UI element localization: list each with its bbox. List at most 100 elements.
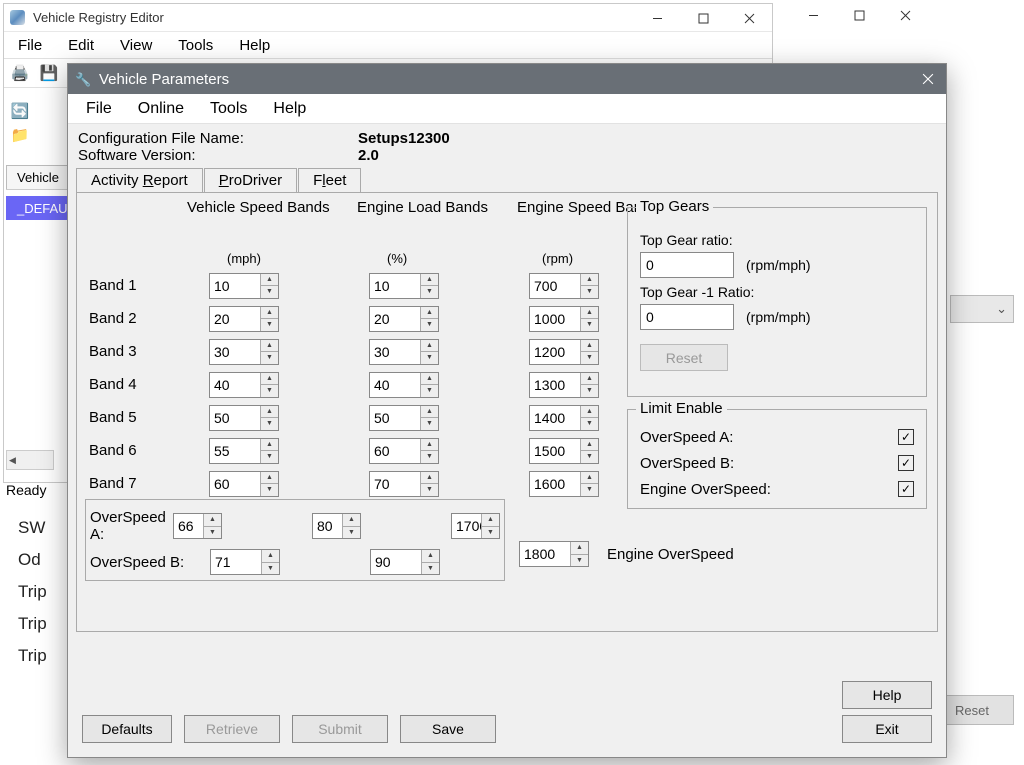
band-label: Band 4: [89, 376, 209, 393]
limit-overspeed-a-label: OverSpeed A:: [640, 429, 733, 446]
load-band-6-input[interactable]: ▲▼: [369, 438, 439, 464]
config-name-value: Setups12300: [358, 130, 450, 147]
menu-view[interactable]: View: [120, 37, 152, 54]
rpm-band-1-input[interactable]: ▲▼: [529, 273, 599, 299]
dialog-menu-online[interactable]: Online: [138, 100, 184, 118]
speed-band-3-input[interactable]: ▲▼: [209, 339, 279, 365]
dialog-close-button[interactable]: [910, 64, 946, 94]
bg2-minimize-button[interactable]: [790, 0, 836, 30]
speed-band-1-input[interactable]: ▲▼: [209, 273, 279, 299]
top-gear-m1-unit: (rpm/mph): [746, 309, 811, 325]
tab-activity-report[interactable]: Activity Report: [76, 168, 203, 192]
main-maximize-button[interactable]: [680, 4, 726, 32]
speed-band-4-input[interactable]: ▲▼: [209, 372, 279, 398]
top-gears-group: Top Gears Top Gear ratio: (rpm/mph) Top …: [627, 207, 927, 397]
rpm-band-3-input[interactable]: ▲▼: [529, 339, 599, 365]
dialog-tabstrip: Activity Report ProDriver Fleet: [68, 168, 946, 192]
engine-overspeed-label: Engine OverSpeed: [607, 546, 734, 563]
top-gears-reset-button[interactable]: Reset: [640, 344, 728, 371]
col-vehicle-speed: Vehicle Speed Bands: [187, 199, 357, 216]
bg-label-trip1: Trip: [18, 576, 47, 608]
menu-help[interactable]: Help: [239, 37, 270, 54]
load-band-4-input[interactable]: ▲▼: [369, 372, 439, 398]
engine-overspeed-input[interactable]: ▲▼: [519, 541, 589, 567]
menu-file[interactable]: File: [18, 37, 42, 54]
band-grid: Band 1▲▼▲▼▲▼Band 2▲▼▲▼▲▼Band 3▲▼▲▼▲▼Band…: [89, 269, 599, 500]
dialog-info: Configuration File Name:Setups12300 Soft…: [68, 124, 946, 168]
print-icon[interactable]: 🖨️: [8, 61, 32, 85]
defaults-button[interactable]: Defaults: [82, 715, 172, 743]
config-name-label: Configuration File Name:: [78, 130, 358, 147]
statusbar-text: Ready: [6, 482, 46, 498]
rpm-band-4-input[interactable]: ▲▼: [529, 372, 599, 398]
bg-label-od: Od: [18, 544, 47, 576]
menu-edit[interactable]: Edit: [68, 37, 94, 54]
speed-band-7-input[interactable]: ▲▼: [209, 471, 279, 497]
submit-button[interactable]: Submit: [292, 715, 388, 743]
top-gear-ratio-label: Top Gear ratio:: [640, 232, 914, 248]
refresh-icon[interactable]: 🔄: [8, 99, 32, 123]
retrieve-button[interactable]: Retrieve: [184, 715, 280, 743]
limit-overspeed-a-checkbox[interactable]: ✓: [898, 429, 914, 445]
bg-tabstrip: Vehicle: [6, 165, 70, 190]
tab-prodriver[interactable]: ProDriver: [204, 168, 297, 192]
dialog-titlebar[interactable]: 🔧 Vehicle Parameters: [68, 64, 946, 94]
speed-band-5-input[interactable]: ▲▼: [209, 405, 279, 431]
main-minimize-button[interactable]: [634, 4, 680, 32]
dialog-menu-tools[interactable]: Tools: [210, 100, 247, 118]
top-gear-ratio-input[interactable]: [640, 252, 734, 278]
app-icon: [10, 10, 25, 25]
bg-label-trip2: Trip: [18, 608, 47, 640]
overspeed-a-input[interactable]: ▲▼: [173, 513, 222, 539]
load-band-3-input[interactable]: ▲▼: [369, 339, 439, 365]
bg-label-sw: SW: [18, 512, 47, 544]
save-button[interactable]: Save: [400, 715, 496, 743]
tab-fleet[interactable]: Fleet: [298, 168, 361, 192]
limit-engine-overspeed-checkbox[interactable]: ✓: [898, 481, 914, 497]
wrench-icon: 🔧: [75, 72, 90, 87]
exit-button[interactable]: Exit: [842, 715, 932, 743]
bg-tab-vehicle[interactable]: Vehicle: [6, 165, 70, 189]
top-gear-m1-input[interactable]: [640, 304, 734, 330]
load-band-5-input[interactable]: ▲▼: [369, 405, 439, 431]
folder-icon[interactable]: 📁: [8, 123, 32, 147]
column-headers: Vehicle Speed Bands Engine Load Bands En…: [187, 199, 667, 216]
save-icon[interactable]: 💾: [37, 61, 61, 85]
speed-band-2-input[interactable]: ▲▼: [209, 306, 279, 332]
rpm-8-input[interactable]: ▲▼: [451, 513, 500, 539]
speed-band-6-input[interactable]: ▲▼: [209, 438, 279, 464]
rpm-band-5-input[interactable]: ▲▼: [529, 405, 599, 431]
help-button[interactable]: Help: [842, 681, 932, 709]
unit-mph: (mph): [227, 251, 387, 266]
menu-tools[interactable]: Tools: [178, 37, 213, 54]
toolbar-row2: 🔄 📁: [8, 99, 32, 147]
bg2-maximize-button[interactable]: [836, 0, 882, 30]
band-label: Band 1: [89, 277, 209, 294]
top-gear-m1-label: Top Gear -1 Ratio:: [640, 284, 914, 300]
limit-enable-title: Limit Enable: [636, 400, 727, 417]
rpm-band-7-input[interactable]: ▲▼: [529, 471, 599, 497]
band-label: Band 5: [89, 409, 209, 426]
overspeed-group: OverSpeed A: ▲▼ ▲▼ ▲▼ OverSpeed B: ▲▼ ▲▼: [85, 499, 505, 581]
dialog-menu-help[interactable]: Help: [273, 100, 306, 118]
dialog-menubar: File Online Tools Help: [68, 94, 946, 124]
vehicle-parameters-dialog: 🔧 Vehicle Parameters File Online Tools H…: [67, 63, 947, 758]
overspeed-b-input[interactable]: ▲▼: [210, 549, 280, 575]
dialog-menu-file[interactable]: File: [86, 100, 112, 118]
main-close-button[interactable]: [726, 4, 772, 32]
load-band-1-input[interactable]: ▲▼: [369, 273, 439, 299]
band-label: Band 7: [89, 475, 209, 492]
horizontal-scrollbar[interactable]: [6, 450, 54, 470]
limit-overspeed-b-checkbox[interactable]: ✓: [898, 455, 914, 471]
background-window-controls: [790, 0, 928, 30]
unit-row: (mph) (%) (rpm): [227, 251, 573, 266]
load-band-2-input[interactable]: ▲▼: [369, 306, 439, 332]
load-band-7-input[interactable]: ▲▼: [369, 471, 439, 497]
rpm-band-2-input[interactable]: ▲▼: [529, 306, 599, 332]
load-8-input[interactable]: ▲▼: [312, 513, 361, 539]
bg2-close-button[interactable]: [882, 0, 928, 30]
rpm-band-6-input[interactable]: ▲▼: [529, 438, 599, 464]
band-label: Band 6: [89, 442, 209, 459]
load-9-input[interactable]: ▲▼: [370, 549, 440, 575]
bg-dropdown[interactable]: ⌄: [950, 295, 1014, 323]
